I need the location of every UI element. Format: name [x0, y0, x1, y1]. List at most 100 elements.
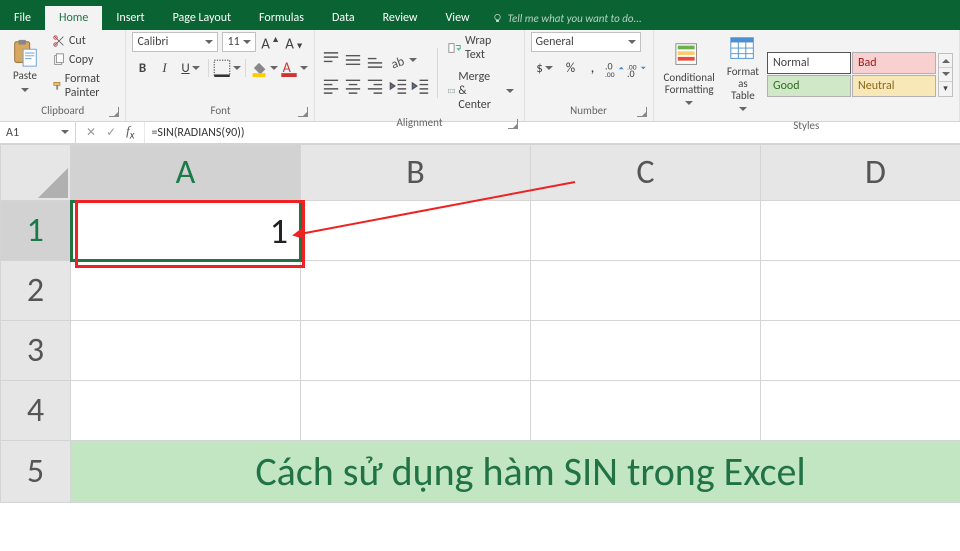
indent-icon: [411, 76, 431, 96]
tab-file[interactable]: File: [0, 6, 45, 30]
lightbulb-icon: [492, 13, 503, 24]
cell-b2[interactable]: [301, 261, 531, 321]
increase-font-button[interactable]: A▲: [260, 32, 280, 52]
cell-d4[interactable]: [761, 381, 960, 441]
group-alignment: ab Wrap Text Merge & Center Alignment: [315, 30, 524, 121]
column-header-b[interactable]: B: [301, 145, 531, 201]
fill-color-button[interactable]: [250, 58, 278, 78]
style-good[interactable]: Good: [767, 75, 851, 97]
number-launcher[interactable]: [637, 107, 647, 117]
clipboard-launcher[interactable]: [109, 107, 119, 117]
name-box[interactable]: A1: [0, 122, 76, 143]
cell-a3[interactable]: [71, 321, 301, 381]
tab-insert[interactable]: Insert: [102, 6, 158, 30]
styles-scroll-up[interactable]: [939, 54, 952, 68]
cell-a1[interactable]: 1: [71, 201, 301, 261]
styles-more[interactable]: ▾: [939, 82, 952, 96]
copy-button[interactable]: Copy: [48, 51, 119, 69]
group-styles: Conditional Formatting Format as Table N…: [654, 30, 960, 121]
group-font: Calibri 11 A▲ A▼ B I U A Font: [126, 30, 315, 121]
cell-a4[interactable]: [71, 381, 301, 441]
format-as-table-button[interactable]: Format as Table: [723, 32, 763, 117]
increase-decimal-button[interactable]: .0.00: [605, 58, 625, 78]
paste-button[interactable]: Paste: [6, 36, 44, 97]
cell-styles-gallery[interactable]: Normal Bad Good Neutral: [767, 52, 936, 97]
row-header-4[interactable]: 4: [1, 381, 71, 441]
font-size-select[interactable]: 11: [222, 32, 256, 52]
tab-page-layout[interactable]: Page Layout: [159, 6, 245, 30]
tab-home[interactable]: Home: [45, 6, 102, 30]
cell-d2[interactable]: [761, 261, 960, 321]
tab-view[interactable]: View: [432, 6, 484, 30]
column-header-a[interactable]: A: [71, 145, 301, 201]
row-header-3[interactable]: 3: [1, 321, 71, 381]
svg-text:ab: ab: [390, 54, 407, 69]
tell-me-search[interactable]: Tell me what you want to do...: [492, 6, 642, 30]
decrease-indent-button[interactable]: [389, 76, 409, 96]
column-header-c[interactable]: C: [531, 145, 761, 201]
tab-data[interactable]: Data: [318, 6, 369, 30]
ribbon-tabs: File Home Insert Page Layout Formulas Da…: [0, 6, 960, 30]
svg-text:▼: ▼: [296, 41, 305, 51]
formula-cancel-button[interactable]: ✕: [86, 125, 96, 140]
cell-a2[interactable]: [71, 261, 301, 321]
comma-button[interactable]: ,: [583, 58, 603, 78]
cell-b4[interactable]: [301, 381, 531, 441]
increase-font-icon: A▲: [260, 32, 280, 52]
wrap-text-button[interactable]: Wrap Text: [444, 32, 517, 64]
cell-c1[interactable]: [531, 201, 761, 261]
cell-d1[interactable]: [761, 201, 960, 261]
font-color-button[interactable]: A: [280, 58, 308, 78]
cut-button[interactable]: Cut: [48, 32, 119, 50]
style-normal[interactable]: Normal: [767, 52, 851, 74]
row-header-5[interactable]: 5: [1, 441, 71, 503]
accounting-format-button[interactable]: $: [531, 58, 559, 78]
decrease-decimal-button[interactable]: .00.0: [627, 58, 647, 78]
row-header-1[interactable]: 1: [1, 201, 71, 261]
cell-b3[interactable]: [301, 321, 531, 381]
cell-c3[interactable]: [531, 321, 761, 381]
alignment-launcher[interactable]: [508, 119, 518, 129]
styles-scroll-down[interactable]: [939, 68, 952, 82]
number-format-select[interactable]: General: [531, 32, 641, 52]
font-name-select[interactable]: Calibri: [132, 32, 218, 52]
decrease-font-button[interactable]: A▼: [284, 32, 304, 52]
select-all-corner[interactable]: [1, 145, 71, 201]
underline-button[interactable]: U: [176, 58, 204, 78]
align-bottom-button[interactable]: [365, 50, 385, 70]
merge-center-button[interactable]: Merge & Center: [444, 68, 517, 114]
align-top-button[interactable]: [321, 50, 341, 70]
style-neutral[interactable]: Neutral: [852, 75, 936, 97]
percent-button[interactable]: %: [561, 58, 581, 78]
align-center-button[interactable]: [343, 76, 363, 96]
align-right-button[interactable]: [365, 76, 385, 96]
align-left-button[interactable]: [321, 76, 341, 96]
orientation-button[interactable]: ab: [389, 50, 417, 70]
borders-button[interactable]: [213, 58, 241, 78]
cell-c4[interactable]: [531, 381, 761, 441]
tab-formulas[interactable]: Formulas: [245, 6, 318, 30]
cell-d3[interactable]: [761, 321, 960, 381]
font-color-icon: A: [280, 59, 298, 77]
bucket-icon: [250, 59, 268, 77]
row-header-2[interactable]: 2: [1, 261, 71, 321]
conditional-formatting-button[interactable]: Conditional Formatting: [660, 38, 719, 111]
increase-indent-button[interactable]: [411, 76, 431, 96]
align-middle-button[interactable]: [343, 50, 363, 70]
column-header-d[interactable]: D: [761, 145, 960, 201]
italic-button[interactable]: I: [154, 58, 174, 78]
svg-text:A: A: [262, 35, 271, 52]
bold-button[interactable]: B: [132, 58, 152, 78]
formula-enter-button[interactable]: ✓: [106, 125, 116, 140]
copy-icon: [52, 53, 66, 67]
cell-b1[interactable]: [301, 201, 531, 261]
cell-c2[interactable]: [531, 261, 761, 321]
style-bad[interactable]: Bad: [852, 52, 936, 74]
banner-cell[interactable]: Cách sử dụng hàm SIN trong Excel: [71, 441, 960, 503]
group-clipboard: Paste Cut Copy Format Painter Clipboard: [0, 30, 126, 121]
insert-function-button[interactable]: fx: [126, 123, 134, 142]
font-launcher[interactable]: [298, 107, 308, 117]
tab-review[interactable]: Review: [369, 6, 432, 30]
format-painter-button[interactable]: Format Painter: [48, 70, 119, 102]
svg-text:A: A: [286, 35, 295, 52]
